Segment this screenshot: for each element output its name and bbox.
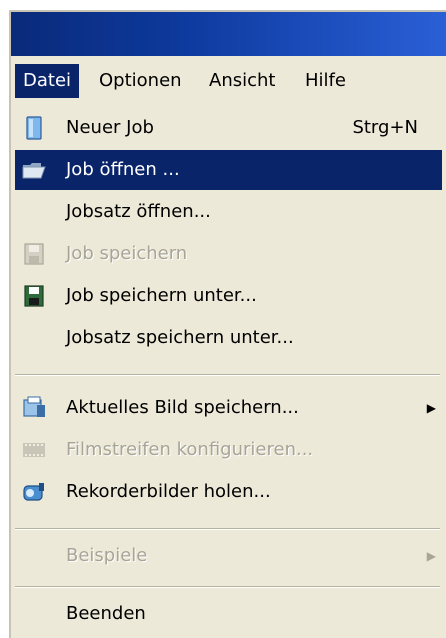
menu-item-label: Filmstreifen konfigurieren... <box>66 439 314 460</box>
new-document-icon <box>26 116 42 140</box>
menu-item-rekorderbilder-holen[interactable]: Rekorderbilder holen... <box>11 472 446 512</box>
file-dropdown-menu: Neuer Job Strg+N Job öffnen ... Jobsatz … <box>11 102 446 638</box>
shortcut-label: Strg+N <box>352 117 418 138</box>
menu-item-label: Jobsatz speichern unter... <box>66 327 294 348</box>
open-folder-icon <box>22 163 46 179</box>
menu-item-label: Beispiele <box>66 545 148 566</box>
save-as-disk-icon <box>24 285 44 307</box>
submenu-arrow-icon: ▶ <box>426 401 436 415</box>
menu-item-label: Rekorderbilder holen... <box>66 481 271 502</box>
menu-item-label: Beenden <box>66 603 146 624</box>
menu-datei[interactable]: Datei <box>15 64 80 98</box>
save-disk-icon <box>24 243 44 265</box>
menu-separator <box>15 528 440 530</box>
menu-item-filmstreifen-konfigurieren[interactable]: Filmstreifen konfigurieren... <box>11 430 446 470</box>
menu-item-beenden[interactable]: Beenden <box>11 594 446 634</box>
menu-item-beispiele[interactable]: Beispiele ▶ <box>11 536 446 576</box>
submenu-arrow-icon: ▶ <box>426 549 436 563</box>
menu-item-label: Job öffnen ... <box>66 159 180 180</box>
menu-optionen[interactable]: Optionen <box>91 64 190 98</box>
menu-item-aktuelles-bild-speichern[interactable]: Aktuelles Bild speichern... ▶ <box>11 388 446 428</box>
menu-item-label: Aktuelles Bild speichern... <box>66 397 299 418</box>
window-top-edge <box>0 0 446 10</box>
menu-item-job-speichern[interactable]: Job speichern <box>11 234 446 274</box>
menu-item-jobsatz-oeffnen[interactable]: Jobsatz öffnen... <box>11 192 446 232</box>
menu-hilfe[interactable]: Hilfe <box>297 64 354 98</box>
menu-item-label: Job speichern unter... <box>66 285 257 306</box>
menu-item-jobsatz-speichern-unter[interactable]: Jobsatz speichern unter... <box>11 318 446 358</box>
recorder-icon <box>23 483 44 501</box>
menu-item-label: Jobsatz öffnen... <box>66 201 211 222</box>
menu-item-neuer-job[interactable]: Neuer Job Strg+N <box>11 108 446 148</box>
menu-bar: Datei Optionen Ansicht Hilfe <box>11 58 446 102</box>
menu-item-job-oeffnen[interactable]: Job öffnen ... <box>15 150 442 190</box>
menu-separator <box>15 374 440 376</box>
menu-item-label: Job speichern <box>66 243 188 264</box>
menu-item-job-speichern-unter[interactable]: Job speichern unter... <box>11 276 446 316</box>
filmstrip-icon <box>23 443 45 457</box>
title-bar[interactable] <box>11 12 446 56</box>
menu-item-label: Neuer Job <box>66 117 154 138</box>
save-image-icon <box>23 396 45 417</box>
menu-ansicht[interactable]: Ansicht <box>201 64 283 98</box>
menu-separator <box>15 586 440 588</box>
